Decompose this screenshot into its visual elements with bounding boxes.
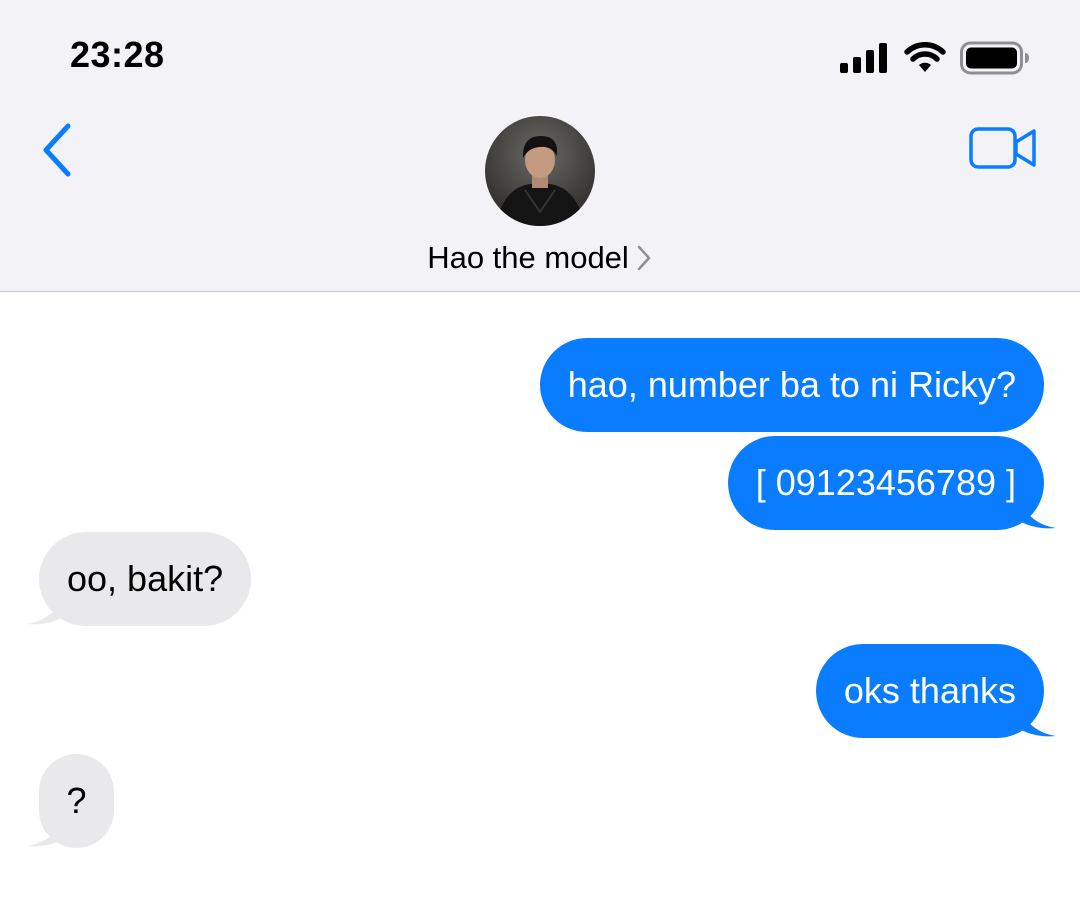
message-bubble-received[interactable]: oo, bakit? — [39, 532, 252, 626]
back-button[interactable] — [36, 120, 84, 180]
bubble-tail — [1018, 496, 1056, 529]
message-bubble-sent[interactable]: oks thanks — [815, 644, 1044, 738]
bubble-tail — [27, 814, 65, 847]
chevron-right-icon — [637, 245, 651, 271]
avatar-photo — [485, 116, 595, 226]
message-bubble-sent[interactable]: [ 09123456789 ] — [727, 436, 1044, 530]
battery-icon — [960, 41, 1029, 75]
chevron-left-icon — [43, 123, 71, 177]
status-icons — [840, 38, 1030, 78]
messages-screen: 23:28 Hao the model hao, number ba to ni… — [0, 0, 1080, 903]
video-camera-icon — [969, 127, 1036, 169]
contact-info-button[interactable]: Hao the model — [0, 240, 1080, 276]
contact-name: Hao the model — [427, 240, 629, 275]
wifi-icon — [904, 42, 946, 72]
conversation-header: 23:28 Hao the model — [0, 0, 1080, 292]
video-call-button[interactable] — [968, 124, 1038, 172]
contact-avatar[interactable] — [485, 116, 595, 226]
message-bubble-sent[interactable]: hao, number ba to ni Ricky? — [539, 338, 1044, 432]
bubble-tail — [27, 592, 65, 625]
bubble-tail — [1018, 704, 1056, 737]
status-time: 23:28 — [70, 34, 165, 75]
cellular-signal-icon — [840, 43, 887, 73]
